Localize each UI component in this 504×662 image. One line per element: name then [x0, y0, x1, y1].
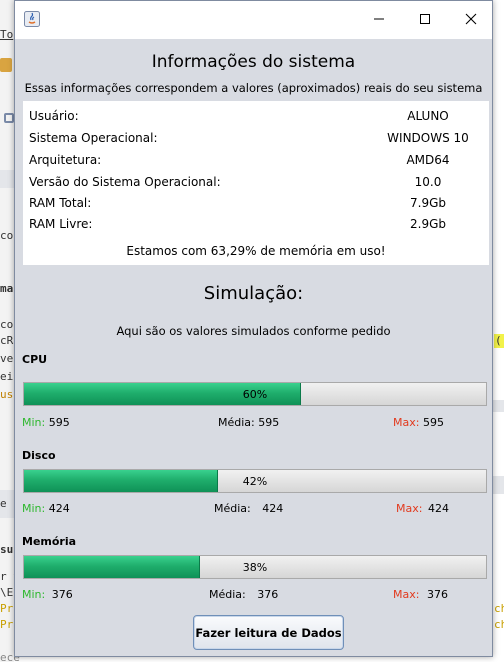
- disk-min-stat: Min: 424: [22, 502, 70, 515]
- cpu-progress-bar: 60%: [23, 382, 487, 406]
- cpu-avg-stat: Média: 595: [218, 416, 279, 429]
- disk-label: Disco: [22, 449, 56, 462]
- system-info-subtitle: Essas informações correspondem a valores…: [24, 81, 483, 95]
- info-value: ALUNO: [407, 109, 449, 123]
- system-info-title: Informações do sistema: [151, 52, 356, 72]
- java-app-icon: [24, 11, 40, 27]
- background-code-text: To: [0, 28, 14, 41]
- minimize-icon: [373, 13, 385, 28]
- background-code-text: \E: [0, 586, 14, 599]
- background-code-text: Pr: [0, 602, 14, 615]
- cpu-avg-value: 595: [258, 416, 280, 429]
- memory-progress-text: 38%: [242, 560, 268, 574]
- info-value: 10.0: [414, 175, 442, 189]
- info-row-os: Sistema Operacional: WINDOWS 10: [29, 131, 489, 149]
- background-icon: [4, 113, 14, 123]
- background-code-text: cR: [0, 334, 14, 347]
- max-label: Max:: [393, 588, 420, 601]
- cpu-min-stat: Min: 595: [22, 416, 70, 429]
- read-data-button[interactable]: Fazer leitura de Dados: [193, 615, 344, 650]
- maximize-button[interactable]: [402, 1, 448, 39]
- title-bar[interactable]: [15, 1, 492, 39]
- info-row-ram-free: RAM Livre: 2.9Gb: [29, 217, 489, 235]
- disk-avg-value: 424: [262, 502, 284, 515]
- background-toolbar-strip: [0, 0, 14, 662]
- info-label: Usuário:: [29, 109, 79, 123]
- info-row-user: Usuário: ALUNO: [29, 109, 489, 127]
- info-row-architecture: Arquitetura: AMD64: [29, 153, 489, 171]
- memory-progress-bar: 38%: [23, 555, 487, 579]
- disk-avg-stat: Média: 424: [214, 502, 283, 515]
- background-code-text: e: [0, 497, 7, 510]
- info-value: 2.9Gb: [410, 217, 446, 231]
- info-value: AMD64: [406, 153, 450, 167]
- min-label: Min:: [22, 588, 46, 601]
- background-code-text: ch: [494, 602, 504, 615]
- min-label: Min:: [22, 416, 46, 429]
- max-label: Max:: [396, 502, 423, 515]
- simulation-title: Simulação:: [203, 283, 304, 304]
- background-code-text: ma: [0, 282, 14, 295]
- info-row-os-version: Versão do Sistema Operacional: 10.0: [29, 175, 489, 193]
- disk-progress-text: 42%: [242, 474, 268, 488]
- memory-avg-stat: Média: 376: [209, 588, 278, 601]
- dialog-content: Informações do sistema Essas informações…: [15, 39, 492, 656]
- info-label: RAM Total:: [29, 196, 92, 210]
- max-label: Max:: [393, 416, 420, 429]
- background-toolbar-strip: [493, 476, 504, 494]
- avg-label: Média:: [209, 588, 246, 601]
- background-code-text: ch: [494, 618, 504, 631]
- background-code-text: co: [0, 318, 14, 331]
- minimize-button[interactable]: [356, 1, 402, 39]
- memory-usage-message: Estamos com 63,29% de memória em uso!: [126, 244, 386, 258]
- cpu-max-value: 595: [422, 416, 444, 429]
- system-info-dialog: Informações do sistema Essas informações…: [14, 0, 493, 657]
- cpu-max-stat: Max: 595: [393, 416, 444, 429]
- disk-min-value: 424: [48, 502, 70, 515]
- simulation-subtitle: Aqui são os valores simulados conforme p…: [116, 324, 391, 338]
- min-label: Min:: [22, 502, 46, 515]
- info-value: WINDOWS 10: [387, 131, 469, 145]
- background-toolbar-strip: [493, 400, 504, 412]
- background-toolbar-strip: [0, 170, 14, 188]
- memory-avg-value: 376: [257, 588, 279, 601]
- system-info-panel: Usuário: ALUNO Sistema Operacional: WIND…: [23, 101, 489, 265]
- memory-min-value: 376: [51, 588, 73, 601]
- avg-label: Média:: [214, 502, 251, 515]
- info-label: Arquitetura:: [29, 153, 102, 167]
- info-label: Sistema Operacional:: [29, 131, 158, 145]
- disk-max-stat: Max: 424: [396, 502, 449, 515]
- info-value: 7.9Gb: [410, 196, 446, 210]
- memory-label: Memória: [22, 535, 77, 548]
- info-label: Versão do Sistema Operacional:: [29, 175, 221, 189]
- close-icon: [465, 13, 477, 28]
- cpu-label: CPU: [22, 353, 48, 366]
- info-row-ram-total: RAM Total: 7.9Gb: [29, 196, 489, 214]
- maximize-icon: [419, 13, 431, 28]
- background-icon: [0, 58, 12, 72]
- cpu-progress-text: 60%: [242, 387, 268, 401]
- info-label: RAM Livre:: [29, 217, 93, 231]
- disk-progress-bar: 42%: [23, 469, 487, 493]
- avg-label: Média:: [218, 416, 255, 429]
- background-code-text: (: [495, 334, 502, 347]
- memory-min-stat: Min: 376: [22, 588, 73, 601]
- background-code-text: Pr: [0, 618, 14, 631]
- cpu-min-value: 595: [48, 416, 70, 429]
- background-code-text: ei: [0, 370, 14, 383]
- memory-max-value: 376: [426, 588, 448, 601]
- close-button[interactable]: [448, 1, 494, 39]
- disk-max-value: 424: [427, 502, 449, 515]
- background-code-text: us: [0, 388, 14, 401]
- memory-max-stat: Max: 376: [393, 588, 448, 601]
